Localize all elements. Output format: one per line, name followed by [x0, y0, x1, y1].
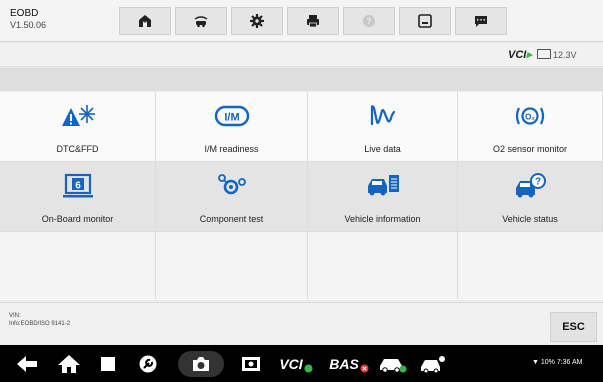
screen-record-icon	[242, 357, 260, 371]
gear-icon	[250, 14, 264, 28]
help-icon: ?	[363, 15, 375, 27]
function-onboard-monitor[interactable]: 6 On-Board monitor	[0, 162, 156, 232]
recent-apps-button[interactable]	[98, 353, 118, 375]
app-window: EOBD V1.50.06 M ? VCI▸ 12.3V DTC&FFD I/M…	[0, 0, 603, 382]
bas-shortcut-text: BAS	[329, 356, 359, 372]
system-status: ▼ 10% 7:36 AM	[532, 359, 583, 366]
screenshot-button[interactable]	[178, 351, 224, 377]
car-diagnostic-icon	[380, 359, 407, 373]
bas-shortcut[interactable]: BAS	[326, 353, 372, 375]
wrench-shortcut-button[interactable]	[136, 353, 160, 375]
status-line: VCI▸ 12.3V	[0, 43, 603, 67]
home-icon: M	[139, 15, 151, 28]
function-label: I/M readiness	[204, 144, 259, 154]
app-title: EOBD	[10, 8, 39, 19]
home-button[interactable]: M	[119, 7, 171, 35]
recent-apps-icon	[101, 357, 115, 371]
home-nav-button[interactable]	[56, 353, 82, 375]
vehicle-status-icon: ?	[516, 173, 546, 198]
function-live-data[interactable]: Live data	[308, 92, 458, 162]
empty-cell	[0, 232, 156, 299]
protocol-info: Info:EOBD/ISO 9141-2	[9, 321, 71, 327]
function-label: Vehicle status	[502, 214, 558, 224]
function-component-test[interactable]: Component test	[156, 162, 308, 232]
app-version: V1.50.06	[10, 20, 47, 30]
function-label: Live data	[364, 144, 401, 154]
live-data-icon	[370, 105, 395, 126]
vci-connected-indicator: ▸	[526, 49, 532, 61]
o2-sensor-icon: O₂	[515, 107, 545, 125]
empty-cell	[458, 232, 603, 299]
svg-text:M: M	[143, 22, 147, 28]
empty-cell	[308, 232, 458, 299]
system-navigation-bar: VCI BAS ▼ 10% 7:36 AM	[0, 345, 603, 382]
back-arrow-icon	[17, 356, 37, 372]
title-band	[0, 68, 603, 91]
save-button[interactable]	[399, 7, 451, 35]
function-dtc-ffd[interactable]: DTC&FFD	[0, 92, 156, 162]
settings-button[interactable]	[231, 7, 283, 35]
vci-shortcut[interactable]: VCI	[274, 353, 318, 375]
wifi-icon: ▼	[532, 359, 541, 366]
svg-text:?: ?	[535, 177, 541, 188]
esc-button[interactable]: ESC	[550, 312, 597, 342]
message-icon	[475, 16, 487, 27]
component-test-icon	[217, 174, 246, 195]
svg-text:O₂: O₂	[525, 113, 535, 122]
function-label: Component test	[199, 214, 264, 224]
dtc-freeze-frame-icon	[61, 105, 95, 126]
message-button[interactable]	[455, 7, 507, 35]
wrench-icon	[139, 355, 157, 373]
svg-text:?: ?	[367, 17, 372, 26]
home-nav-icon	[58, 355, 80, 373]
function-im-readiness[interactable]: I/M I/M readiness	[156, 92, 308, 162]
top-toolbar: EOBD V1.50.06 M ?	[0, 0, 603, 42]
save-icon	[418, 14, 432, 28]
vehicle-swap-button[interactable]	[175, 7, 227, 35]
vci-brand-text: VCI	[508, 49, 527, 61]
vehicle-swap-icon	[194, 16, 208, 28]
camera-icon	[193, 357, 209, 371]
bas-error-icon	[360, 363, 369, 373]
screen-record-button[interactable]	[240, 353, 262, 375]
status-text: 10% 7:36 AM	[540, 359, 583, 366]
empty-cell	[156, 232, 308, 299]
battery-icon	[537, 49, 551, 59]
vehicle-info-text: VIN: Info:EOBD/ISO 9141-2	[9, 312, 70, 328]
function-label: O2 sensor monitor	[492, 144, 568, 154]
vci-connection-icon: VCI▸	[508, 48, 532, 61]
vehicle-shortcut-button[interactable]	[376, 353, 410, 375]
function-grid: DTC&FFD I/M I/M readiness Live data O₂ O…	[0, 92, 603, 300]
svg-text:I/M: I/M	[224, 112, 239, 124]
function-label: DTC&FFD	[56, 144, 99, 154]
im-readiness-icon: I/M	[214, 105, 249, 127]
vehicle-info-icon	[367, 175, 399, 196]
function-label: On-Board monitor	[41, 214, 114, 224]
toolbar-buttons: M ?	[119, 7, 511, 35]
function-label: Vehicle information	[344, 214, 421, 224]
printer-icon	[307, 15, 319, 28]
back-button[interactable]	[14, 353, 40, 375]
vin-label: VIN:	[9, 313, 21, 319]
info-footer: VIN: Info:EOBD/ISO 9141-2 ESC	[0, 302, 603, 344]
battery-voltage: 12.3V	[537, 49, 577, 60]
svg-text:6: 6	[75, 181, 81, 192]
print-button[interactable]	[287, 7, 339, 35]
function-vehicle-status[interactable]: ? Vehicle status	[458, 162, 603, 232]
help-button[interactable]: ?	[343, 7, 395, 35]
vci-shortcut-text: VCI	[279, 356, 303, 372]
car-user-icon	[421, 356, 445, 374]
vehicle-user-shortcut-button[interactable]	[418, 353, 448, 375]
onboard-monitor-icon: 6	[62, 173, 93, 198]
function-vehicle-information[interactable]: Vehicle information	[308, 162, 458, 232]
vci-status-icon	[304, 363, 313, 373]
battery-voltage-text: 12.3V	[553, 50, 577, 60]
function-o2-sensor-monitor[interactable]: O₂ O2 sensor monitor	[458, 92, 603, 162]
